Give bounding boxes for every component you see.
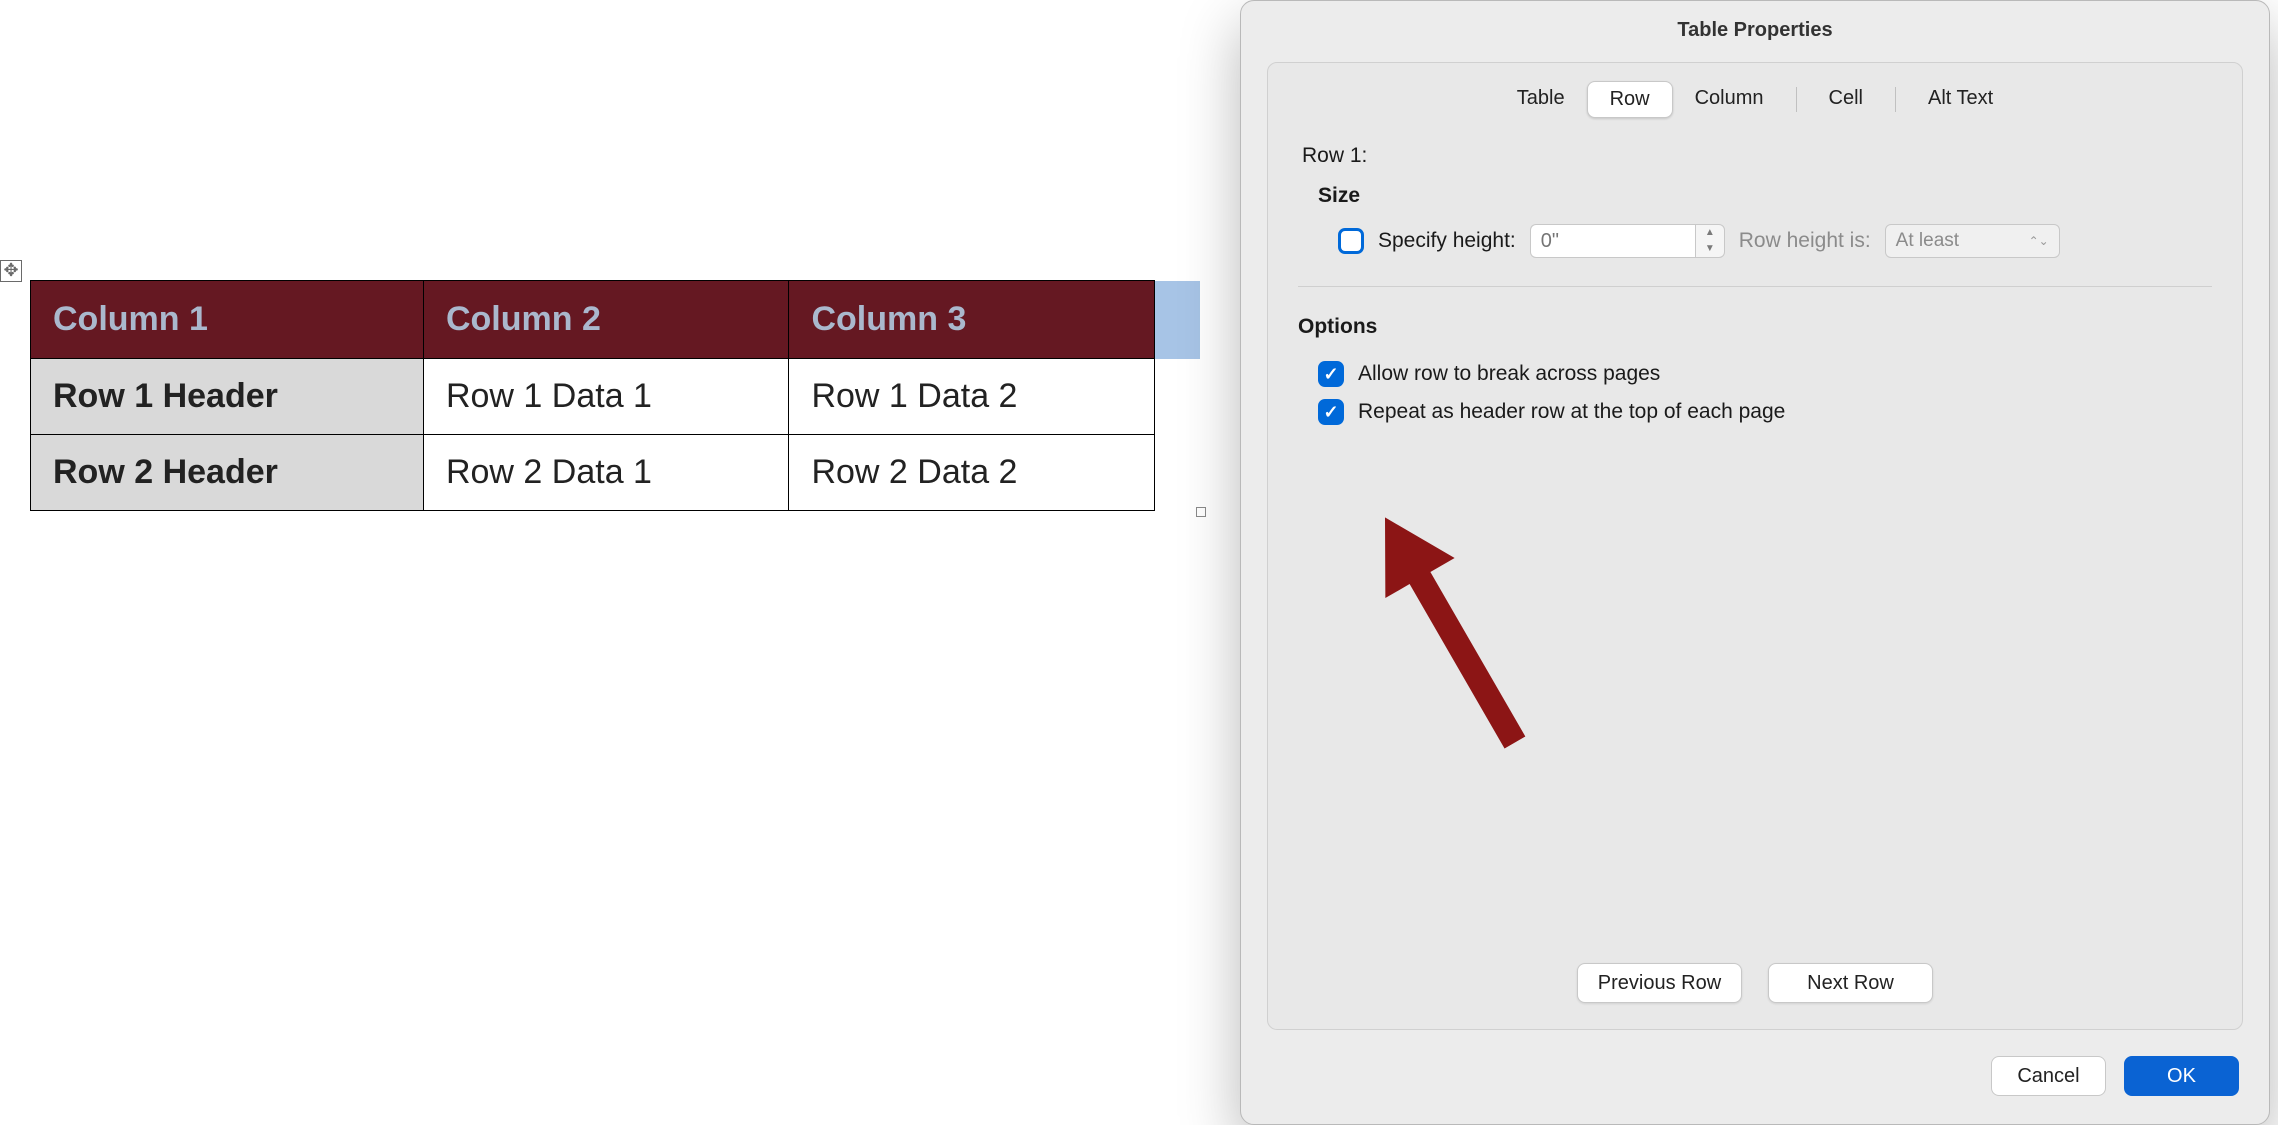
row-height-is-select[interactable]: At least ⌃⌄: [1885, 224, 2060, 258]
col-header-2[interactable]: Column 2: [423, 281, 789, 359]
table-row[interactable]: Row 1 Header Row 1 Data 1 Row 1 Data 2: [31, 359, 1200, 435]
row-header-cell[interactable]: Row 2 Header: [31, 435, 424, 511]
row-indicator-label: Row 1:: [1302, 144, 2212, 168]
table-resize-handle-icon[interactable]: [1196, 507, 1206, 517]
tab-separator: [1796, 87, 1797, 112]
dialog-tabbar: Table Row Column Cell Alt Text: [1298, 81, 2212, 138]
stepper-arrows-icon[interactable]: ▲▼: [1695, 224, 1725, 258]
tab-separator: [1895, 87, 1896, 112]
height-input[interactable]: [1530, 224, 1695, 258]
tab-cell[interactable]: Cell: [1807, 81, 1885, 118]
height-stepper[interactable]: ▲▼: [1530, 224, 1725, 258]
next-row-button[interactable]: Next Row: [1768, 963, 1933, 1003]
ok-button[interactable]: OK: [2124, 1056, 2239, 1096]
table-header-row[interactable]: Column 1 Column 2 Column 3: [31, 281, 1200, 359]
allow-break-checkbox[interactable]: [1318, 361, 1344, 387]
size-heading: Size: [1298, 184, 2212, 208]
header-row-selection-indicator: [1155, 281, 1200, 359]
specify-height-label: Specify height:: [1378, 229, 1516, 253]
table-cell[interactable]: Row 2 Data 1: [423, 435, 789, 511]
document-table-area: ✥ Column 1 Column 2 Column 3 Row 1 Heade…: [30, 280, 1200, 511]
repeat-header-checkbox[interactable]: [1318, 399, 1344, 425]
dialog-title: Table Properties: [1241, 1, 2269, 62]
tab-column[interactable]: Column: [1673, 81, 1786, 118]
col-header-3[interactable]: Column 3: [789, 281, 1155, 359]
document-table[interactable]: Column 1 Column 2 Column 3 Row 1 Header …: [30, 280, 1200, 511]
table-cell[interactable]: Row 2 Data 2: [789, 435, 1155, 511]
row-height-is-label: Row height is:: [1739, 229, 1871, 253]
table-row[interactable]: Row 2 Header Row 2 Data 1 Row 2 Data 2: [31, 435, 1200, 511]
options-heading: Options: [1298, 315, 2212, 339]
row-height-is-value: At least: [1896, 230, 1959, 252]
tab-table[interactable]: Table: [1495, 81, 1587, 118]
section-divider: [1298, 286, 2212, 287]
table-cell[interactable]: Row 1 Data 1: [423, 359, 789, 435]
cancel-button[interactable]: Cancel: [1991, 1056, 2106, 1096]
tab-row[interactable]: Row: [1587, 81, 1673, 118]
table-cell[interactable]: Row 1 Data 2: [789, 359, 1155, 435]
table-move-handle-icon[interactable]: ✥: [0, 260, 22, 282]
col-header-1[interactable]: Column 1: [31, 281, 424, 359]
allow-break-label: Allow row to break across pages: [1358, 362, 1660, 386]
chevron-up-down-icon: ⌃⌄: [2029, 234, 2049, 248]
previous-row-button[interactable]: Previous Row: [1577, 963, 1742, 1003]
repeat-header-label: Repeat as header row at the top of each …: [1358, 400, 1785, 424]
specify-height-checkbox[interactable]: [1338, 228, 1364, 254]
row-header-cell[interactable]: Row 1 Header: [31, 359, 424, 435]
tab-alt-text[interactable]: Alt Text: [1906, 81, 2015, 118]
